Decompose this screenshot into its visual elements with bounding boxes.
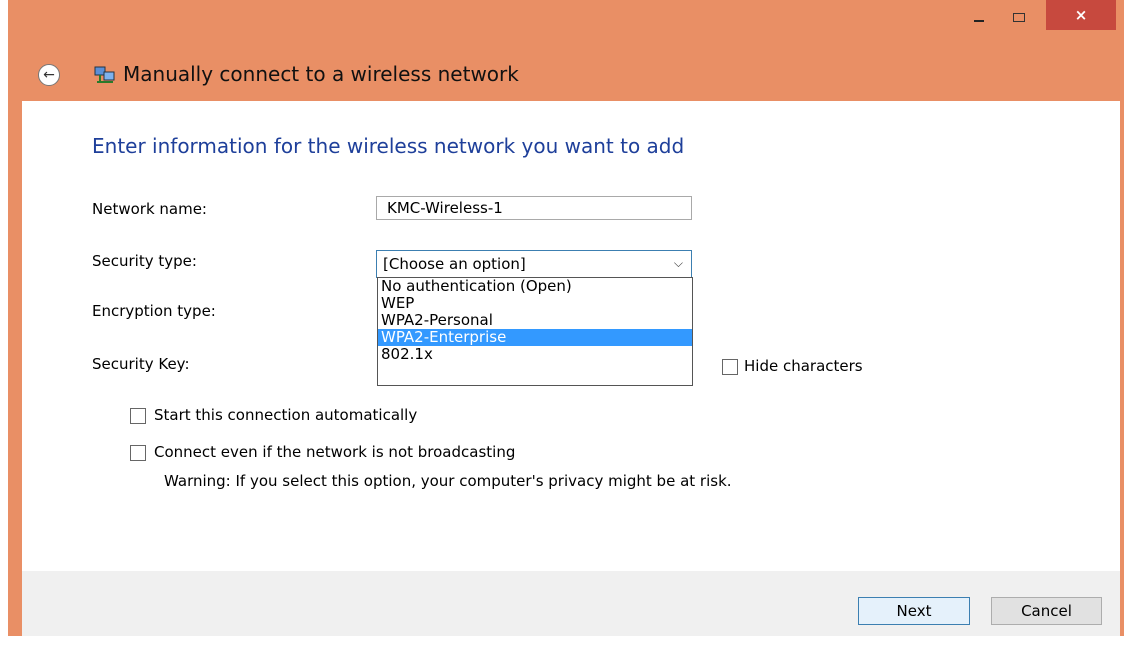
page-heading: Enter information for the wireless netwo…	[92, 134, 685, 158]
dropdown-option-wep[interactable]: WEP	[378, 295, 692, 312]
chevron-down-icon: ⌵	[673, 256, 683, 270]
security-type-select[interactable]: [Choose an option] ⌵	[376, 250, 692, 278]
dropdown-option-8021x[interactable]: 802.1x	[378, 346, 692, 363]
dropdown-option-wpa2-enterprise[interactable]: WPA2-Enterprise	[378, 329, 692, 346]
back-button[interactable]: ←	[38, 64, 60, 86]
dropdown-option-open[interactable]: No authentication (Open)	[378, 278, 692, 295]
security-key-label: Security Key:	[92, 355, 190, 373]
connect-even-label: Connect even if the network is not broad…	[154, 443, 516, 461]
start-automatically-label: Start this connection automatically	[154, 406, 418, 424]
hide-characters-checkbox[interactable]	[722, 359, 738, 375]
security-type-label: Security type:	[92, 252, 197, 270]
privacy-warning: Warning: If you select this option, your…	[164, 472, 732, 490]
hide-characters-label: Hide characters	[744, 357, 863, 375]
security-type-value: [Choose an option]	[383, 255, 526, 273]
network-icon	[94, 66, 115, 83]
start-automatically-checkbox[interactable]	[130, 408, 146, 424]
minimize-button[interactable]	[962, 0, 996, 34]
security-type-dropdown: No authentication (Open) WEP WPA2-Person…	[377, 277, 693, 386]
dropdown-option-wpa2-personal[interactable]: WPA2-Personal	[378, 312, 692, 329]
maximize-icon	[1013, 12, 1025, 22]
dialog-window: × ← Manually connect to a wireless netwo…	[8, 0, 1124, 636]
next-button[interactable]: Next	[858, 597, 970, 625]
window-title: Manually connect to a wireless network	[123, 62, 519, 86]
connect-even-checkbox[interactable]	[130, 445, 146, 461]
maximize-button[interactable]	[1002, 0, 1036, 34]
encryption-type-label: Encryption type:	[92, 302, 216, 320]
minimize-icon	[974, 20, 984, 22]
dialog-content: Enter information for the wireless netwo…	[22, 101, 1120, 571]
network-name-label: Network name:	[92, 200, 207, 218]
back-arrow-icon: ←	[43, 67, 55, 83]
close-icon: ×	[1074, 6, 1088, 24]
cancel-button[interactable]: Cancel	[991, 597, 1102, 625]
network-name-field[interactable]: KMC-Wireless-1	[376, 196, 692, 220]
dialog-footer: Next Cancel	[22, 571, 1120, 636]
close-button[interactable]: ×	[1046, 0, 1116, 30]
dialog-header: ← Manually connect to a wireless network	[8, 54, 1124, 94]
title-bar: ×	[8, 0, 1124, 34]
